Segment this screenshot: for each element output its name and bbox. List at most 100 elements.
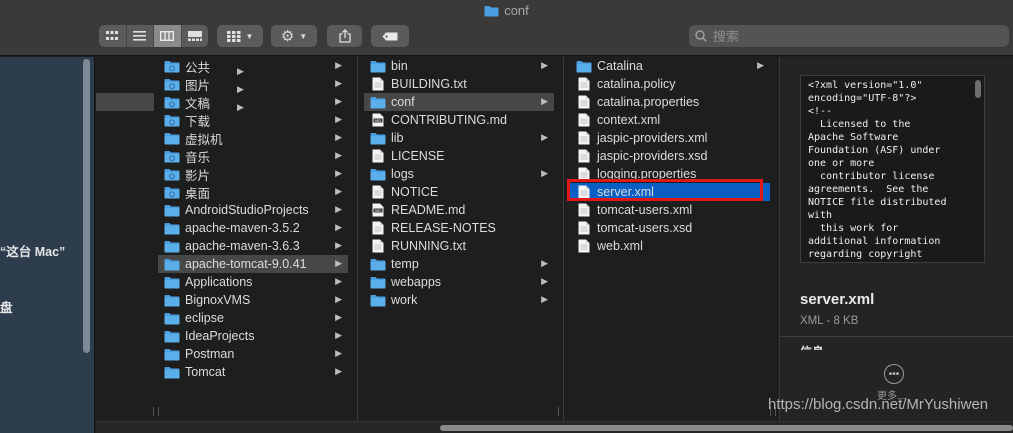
column-view-button[interactable]: [154, 25, 182, 47]
folder-icon: [164, 131, 180, 145]
list-item[interactable]: bin ▶: [364, 57, 554, 75]
edit-tags-button[interactable]: [371, 25, 409, 47]
list-item[interactable]: lib ▶: [364, 129, 554, 147]
folder-icon: [164, 347, 180, 361]
chevron-right-icon: ▶: [237, 102, 244, 112]
search-field[interactable]: [689, 25, 1009, 47]
list-item-label: 影片: [185, 168, 211, 183]
folder-icon: [370, 59, 386, 73]
list-item[interactable]: apache-tomcat-9.0.41 ▶: [158, 255, 348, 273]
file-content-preview[interactable]: <?xml version="1.0" encoding="UTF-8"?> <…: [800, 75, 985, 263]
list-item[interactable]: web.xml: [570, 237, 770, 255]
folder-icon: [164, 221, 180, 235]
list-item[interactable]: 下载 ▶: [158, 111, 348, 129]
sidebar-item-disk[interactable]: 盘: [0, 297, 13, 316]
action-menu-button[interactable]: ⚙ ▼: [271, 25, 317, 47]
list-item[interactable]: 虚拟机 ▶: [158, 129, 348, 147]
chevron-right-icon: ▶: [237, 84, 244, 94]
list-item-label: catalina.policy: [597, 77, 676, 91]
chevron-right-icon: ▶: [335, 204, 342, 214]
grid-icon: [106, 31, 119, 40]
chevron-right-icon: ▶: [335, 348, 342, 358]
list-item-label: 图片: [185, 78, 211, 93]
list-item-label: context.xml: [597, 113, 661, 127]
column-conf: Catalina ▶ catalina.policy catalina.propert…: [564, 57, 780, 421]
list-item[interactable]: context.xml: [570, 111, 770, 129]
list-item[interactable]: eclipse ▶: [158, 309, 348, 327]
list-item[interactable]: logs ▶: [364, 165, 554, 183]
list-item[interactable]: RUNNING.txt: [364, 237, 554, 255]
list-item[interactable]: temp ▶: [364, 255, 554, 273]
list-item[interactable]: Applications ▶: [158, 273, 348, 291]
list-item[interactable]: 桌面 ▶: [158, 183, 348, 201]
list-item[interactable]: BignoxVMS ▶: [158, 291, 348, 309]
list-item[interactable]: NOTICE: [364, 183, 554, 201]
horizontal-scrollbar[interactable]: [96, 421, 1013, 433]
list-item[interactable]: 文稿 ▶: [158, 93, 348, 111]
toolbar: conf ▼ ⚙ ▼: [0, 0, 1013, 56]
share-icon: [338, 29, 351, 43]
chevron-right-icon: ▶: [335, 240, 342, 250]
list-item[interactable]: LICENSE: [364, 147, 554, 165]
preview-scrollbar[interactable]: [975, 80, 981, 98]
list-item[interactable]: work ▶: [364, 291, 554, 309]
search-input[interactable]: [713, 28, 993, 44]
list-item-label: 桌面: [185, 186, 211, 201]
list-item[interactable]: RELEASE-NOTES: [364, 219, 554, 237]
sidebar-item-this-mac[interactable]: “这台 Mac”: [0, 241, 65, 260]
list-item-label: catalina.properties: [597, 95, 700, 109]
list-item[interactable]: Postman ▶: [158, 345, 348, 363]
list-item[interactable]: tomcat-users.xml: [570, 201, 770, 219]
chevron-right-icon: ▶: [335, 330, 342, 340]
list-item[interactable]: 公共 ▶: [158, 57, 348, 75]
share-button[interactable]: [327, 25, 362, 47]
chevron-right-icon: ▶: [541, 60, 548, 70]
list-item[interactable]: BUILDING.txt: [364, 75, 554, 93]
list-item[interactable]: conf ▶: [364, 93, 554, 111]
sidebar-scrollbar[interactable]: [83, 59, 90, 353]
list-item[interactable]: 图片 ▶: [158, 75, 348, 93]
search-icon: [695, 30, 707, 42]
list-item[interactable]: apache-maven-3.6.3 ▶: [158, 237, 348, 255]
group-by-button[interactable]: ▼: [217, 25, 263, 47]
window-title-text: conf: [504, 3, 529, 18]
chevron-right-icon: ▶: [335, 168, 342, 178]
list-item[interactable]: catalina.properties: [570, 93, 770, 111]
list-item[interactable]: tomcat-users.xsd: [570, 219, 770, 237]
column-resize-handle[interactable]: [153, 407, 159, 416]
sidebar: “这台 Mac” 盘: [0, 57, 95, 433]
list-item[interactable]: AndroidStudioProjects ▶: [158, 201, 348, 219]
list-item-label: 虚拟机: [185, 132, 223, 147]
list-item[interactable]: 音乐 ▶: [158, 147, 348, 165]
folder-icon: [484, 5, 499, 20]
list-item[interactable]: webapps ▶: [364, 273, 554, 291]
list-item[interactable]: MD CONTRIBUTING.md: [364, 111, 554, 129]
list-item[interactable]: IdeaProjects ▶: [158, 327, 348, 345]
list-item[interactable]: jaspic-providers.xsd: [570, 147, 770, 165]
list-item-label: Catalina: [597, 59, 643, 73]
list-view-button[interactable]: [127, 25, 154, 47]
list-item-label: AndroidStudioProjects: [185, 203, 309, 217]
list-item[interactable]: 影片 ▶: [158, 165, 348, 183]
chevron-right-icon: ▶: [541, 258, 548, 268]
chevron-right-icon: ▶: [335, 60, 342, 70]
icon-view-button[interactable]: [99, 25, 127, 47]
folder-icon: [164, 329, 180, 343]
horizontal-scrollbar-thumb[interactable]: [440, 425, 1013, 431]
column-home: 公共 ▶ 图片 ▶ 文稿 ▶ 下载 ▶ 虚拟机 ▶ 音乐 ▶ 影片 ▶ 桌面 ▶ AndroidStudioPr…: [96, 57, 358, 421]
list-item[interactable]: Catalina ▶: [570, 57, 770, 75]
gallery-view-button[interactable]: [182, 25, 209, 47]
more-button[interactable]: •••: [884, 364, 904, 384]
list-item-label: webapps: [391, 275, 442, 289]
list-item[interactable]: catalina.policy: [570, 75, 770, 93]
list-item-label: work: [391, 293, 418, 307]
list-item[interactable]: MD README.md: [364, 201, 554, 219]
svg-text:MD: MD: [375, 119, 381, 123]
list-item[interactable]: jaspic-providers.xml: [570, 129, 770, 147]
document-icon: [576, 239, 592, 253]
chevron-right-icon: ▶: [335, 366, 342, 376]
list-item[interactable]: Tomcat ▶: [158, 363, 348, 381]
list-item-label: web.xml: [597, 239, 643, 253]
list-item-label: 下载: [185, 114, 211, 129]
list-item[interactable]: apache-maven-3.5.2 ▶: [158, 219, 348, 237]
